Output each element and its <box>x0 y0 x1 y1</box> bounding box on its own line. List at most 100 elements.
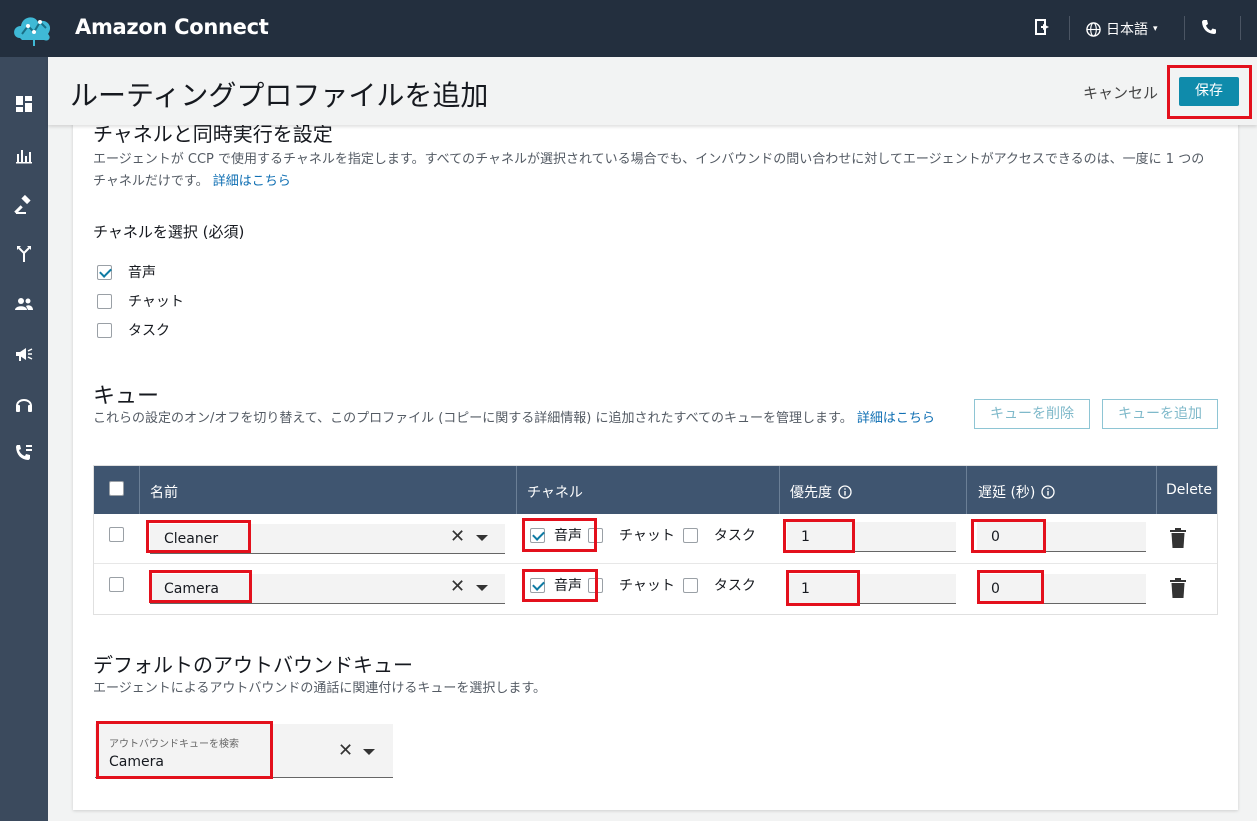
outbound-queue-select[interactable]: アウトバウンドキューを検索 Camera ✕ <box>95 724 393 778</box>
priority-header-label: 優先度 <box>790 485 832 501</box>
globe-icon <box>1086 21 1101 37</box>
routing-gavel-icon[interactable] <box>14 195 34 215</box>
table-header: 名前 チャネル 優先度 遅延 (秒) Delete <box>94 466 1217 514</box>
row-channel-options: 音声 チャット タスク <box>530 575 756 595</box>
priority-input[interactable]: 1 <box>787 574 956 604</box>
voice-checkbox[interactable] <box>97 264 112 280</box>
column-divider <box>966 466 967 514</box>
column-header-channel[interactable]: チャネル <box>527 482 583 502</box>
priority-value: 1 <box>801 581 810 597</box>
dropdown-caret-icon[interactable] <box>476 585 488 591</box>
row-select-checkbox[interactable] <box>109 527 124 542</box>
column-divider <box>516 466 517 514</box>
table-row: Cleaner ✕ 音声 チャット タスク 1 0 <box>94 514 1217 564</box>
task-checkbox[interactable] <box>97 322 112 338</box>
app-title: Amazon Connect <box>75 15 269 39</box>
flows-split-icon[interactable] <box>14 244 34 264</box>
channels-description-text-1: エージェントが CCP で使用するチャネルを指定します。すべてのチャネルが選択さ… <box>93 152 1205 167</box>
chat-checkbox[interactable] <box>588 527 603 543</box>
voice-checkbox[interactable] <box>530 577 545 593</box>
divider <box>1069 16 1070 40</box>
clear-icon[interactable]: ✕ <box>338 740 353 761</box>
chat-checkbox[interactable] <box>97 293 112 309</box>
routing-profile-form <box>73 100 1238 810</box>
clear-icon[interactable]: ✕ <box>450 576 465 597</box>
task-checkbox[interactable] <box>682 527 698 543</box>
divider <box>1184 16 1185 40</box>
language-selector[interactable]: 日本語 ▾ <box>1086 19 1158 39</box>
info-icon[interactable] <box>838 485 852 499</box>
info-icon[interactable] <box>1041 485 1056 499</box>
delay-input[interactable]: 0 <box>977 522 1146 552</box>
column-divider <box>1156 466 1157 514</box>
delay-value: 0 <box>991 581 1000 597</box>
phone-icon[interactable] <box>1201 19 1217 35</box>
column-header-delete: Delete <box>1166 482 1212 498</box>
chat-label: チャット <box>128 294 184 310</box>
chat-label: チャット <box>619 578 675 594</box>
channel-select-label: チャネルを選択 (必須) <box>93 223 245 241</box>
save-button[interactable]: 保存 <box>1179 77 1239 106</box>
queues-description: これらの設定のオン/オフを切り替えて、このプロファイル (コピーに関する詳細情報… <box>93 408 973 430</box>
channel-option-voice[interactable]: 音声 <box>97 262 156 282</box>
campaign-megaphone-icon[interactable] <box>14 344 34 364</box>
column-header-name[interactable]: 名前 <box>150 482 178 502</box>
column-divider <box>139 466 140 514</box>
outbound-section-title: デフォルトのアウトバウンドキュー <box>93 653 413 677</box>
task-label: タスク <box>713 528 756 544</box>
trash-icon[interactable] <box>1169 527 1187 549</box>
queue-name-value: Cleaner <box>164 531 219 547</box>
priority-input[interactable]: 1 <box>787 522 956 552</box>
column-header-delay[interactable]: 遅延 (秒) <box>978 482 1056 502</box>
delay-input[interactable]: 0 <box>977 574 1146 604</box>
chat-label: チャット <box>619 528 675 544</box>
channels-details-link[interactable]: 詳細はこちら <box>213 174 291 189</box>
cancel-button[interactable]: キャンセル <box>1083 82 1158 103</box>
queue-table: 名前 チャネル 優先度 遅延 (秒) Delete Cleaner ✕ 音声 チ… <box>93 465 1218 615</box>
metrics-chart-icon[interactable] <box>14 145 34 165</box>
row-select-checkbox[interactable] <box>109 577 124 592</box>
page-title: ルーティングプロファイルを追加 <box>70 79 489 112</box>
delay-value: 0 <box>991 529 1000 545</box>
channels-description-text-2: チャネルだけです。 <box>93 174 209 189</box>
column-header-priority[interactable]: 優先度 <box>790 482 852 502</box>
voice-label: 音声 <box>554 578 582 594</box>
sidebar <box>0 57 48 821</box>
users-icon[interactable] <box>14 294 34 314</box>
dashboard-icon[interactable] <box>14 94 34 114</box>
amazon-connect-logo-icon[interactable] <box>10 8 56 48</box>
voice-label: 音声 <box>554 528 582 544</box>
logout-icon[interactable] <box>1035 19 1053 35</box>
select-all-checkbox[interactable] <box>109 481 124 496</box>
channel-option-chat[interactable]: チャット <box>97 291 184 311</box>
dropdown-caret-icon[interactable] <box>476 535 488 541</box>
column-divider <box>779 466 780 514</box>
queues-details-link[interactable]: 詳細はこちら <box>857 411 935 426</box>
table-row: Camera ✕ 音声 チャット タスク 1 0 <box>94 564 1217 614</box>
voice-checkbox[interactable] <box>530 527 545 543</box>
clear-icon[interactable]: ✕ <box>450 526 465 547</box>
channel-option-task[interactable]: タスク <box>97 320 170 340</box>
row-channel-options: 音声 チャット タスク <box>530 525 756 545</box>
priority-value: 1 <box>801 529 810 545</box>
page-header: ルーティングプロファイルを追加 キャンセル 保存 <box>48 57 1257 125</box>
outbound-search-placeholder: アウトバウンドキューを検索 <box>109 739 239 750</box>
top-navigation-bar: Amazon Connect 日本語 ▾ <box>0 0 1257 57</box>
phone-list-icon[interactable] <box>14 443 34 463</box>
voice-label: 音声 <box>128 265 156 281</box>
headset-icon[interactable] <box>14 394 34 414</box>
queue-name-value: Camera <box>164 581 219 597</box>
trash-icon[interactable] <box>1169 577 1187 599</box>
add-queue-button[interactable]: キューを追加 <box>1102 399 1218 429</box>
queues-section-title: キュー <box>93 384 160 409</box>
queues-description-text: これらの設定のオン/オフを切り替えて、このプロファイル (コピーに関する詳細情報… <box>93 411 853 426</box>
delete-queue-button[interactable]: キューを削除 <box>974 399 1090 429</box>
chevron-down-icon: ▾ <box>1153 24 1158 34</box>
outbound-queue-value: Camera <box>109 754 164 770</box>
outbound-description: エージェントによるアウトバウンドの通話に関連付けるキューを選択します。 <box>93 681 547 696</box>
dropdown-caret-icon[interactable] <box>363 749 375 755</box>
task-checkbox[interactable] <box>682 577 698 593</box>
language-label: 日本語 <box>1106 22 1148 38</box>
chat-checkbox[interactable] <box>588 577 603 593</box>
channels-description: エージェントが CCP で使用するチャネルを指定します。すべてのチャネルが選択さ… <box>93 149 1223 193</box>
